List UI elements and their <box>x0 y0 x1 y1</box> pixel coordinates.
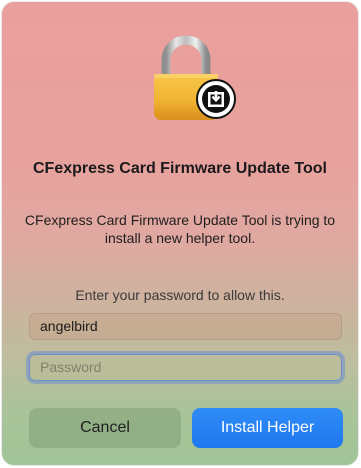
dialog-message: CFexpress Card Firmware Update Tool is t… <box>24 212 336 246</box>
dialog-title: CFexpress Card Firmware Update Tool <box>33 160 327 177</box>
install-helper-button[interactable]: Install Helper <box>192 408 343 448</box>
cancel-button[interactable]: Cancel <box>29 408 181 448</box>
authorization-dialog: CFexpress Card Firmware Update Tool CFex… <box>2 2 358 465</box>
password-prompt: Enter your password to allow this. <box>75 287 285 303</box>
username-field[interactable] <box>29 313 342 340</box>
lock-icon <box>146 34 242 130</box>
password-field[interactable] <box>29 354 342 381</box>
